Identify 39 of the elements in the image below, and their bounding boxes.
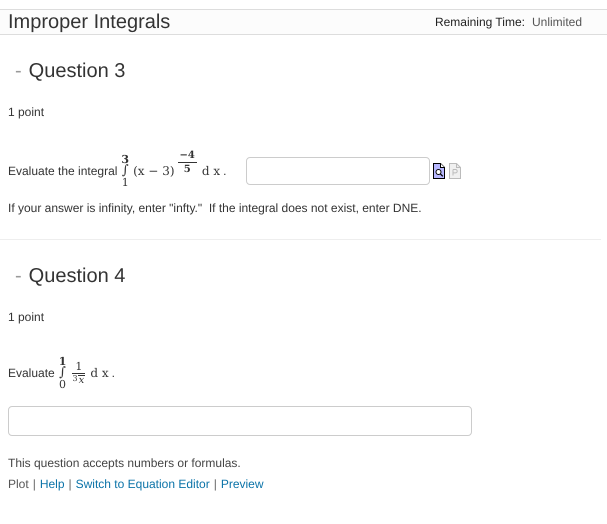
- text-link[interactable]: Switch to Equation Editor: [76, 475, 210, 493]
- differential: d x: [90, 365, 109, 382]
- radicand: x: [78, 374, 86, 386]
- question-prompt: Evaluate the integral: [8, 163, 118, 180]
- answer-field[interactable]: [8, 406, 472, 436]
- text-link: Plot: [8, 476, 29, 493]
- answer-field[interactable]: [246, 157, 430, 185]
- question-note: This question accepts numbers or formulas.: [8, 455, 242, 472]
- remaining-time-label: Remaining Time:: [434, 14, 525, 31]
- integral-sign: ∫: [59, 367, 66, 379]
- upper-limit: 3: [121, 154, 130, 165]
- integral-sign: ∫: [122, 165, 129, 177]
- text-link[interactable]: Preview: [220, 475, 264, 493]
- collapse-toggle[interactable]: -: [15, 266, 22, 286]
- preview-document-icon[interactable]: [433, 163, 446, 179]
- upper-limit: 1: [58, 356, 66, 367]
- question-title: Question 3: [28, 61, 126, 81]
- root-index: 3: [72, 374, 78, 382]
- differential: d x: [202, 163, 220, 180]
- integrand: (x − 3): [133, 163, 175, 180]
- lower-limit: 1: [122, 177, 129, 188]
- page-title: Improper Integrals: [8, 12, 170, 32]
- question-points: 1 point: [8, 104, 46, 121]
- link-separator: |: [32, 476, 36, 493]
- period: .: [112, 365, 115, 382]
- period: .: [223, 163, 226, 180]
- text-link[interactable]: Help: [40, 475, 64, 493]
- exponent-denominator: 5: [184, 163, 191, 175]
- exponent-numerator: −4: [178, 151, 197, 163]
- fraction-numerator: 1: [72, 360, 86, 374]
- question-title: Question 4: [28, 266, 126, 286]
- link-separator: |: [68, 476, 72, 493]
- question-prompt: Evaluate: [8, 365, 55, 382]
- collapse-toggle[interactable]: -: [15, 61, 22, 81]
- link-separator: |: [214, 476, 217, 493]
- remaining-time-value: Unlimited: [532, 14, 582, 31]
- question-hint: If your answer is infinity, enter "infty." If the integral does not exist, enter DNE.: [8, 200, 423, 217]
- question-points: 1 point: [8, 309, 46, 326]
- lower-limit: 0: [59, 379, 66, 390]
